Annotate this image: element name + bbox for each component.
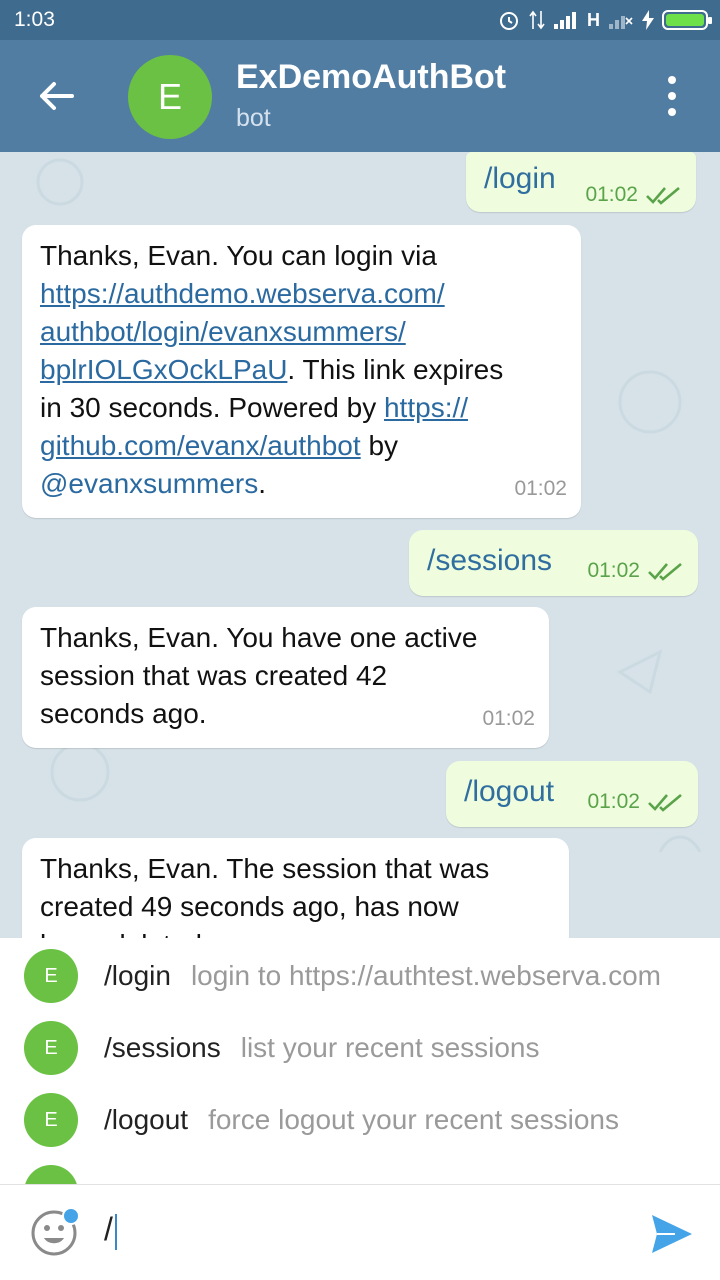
message-link[interactable]: bplrIOLGxOckLPaU xyxy=(40,354,287,385)
command-avatar: E xyxy=(24,1021,78,1075)
outgoing-message[interactable]: /sessions 01:02 xyxy=(409,530,698,596)
incoming-message[interactable]: Thanks, Evan. You can login via https://… xyxy=(22,225,581,518)
message-text: /login xyxy=(484,162,556,195)
incoming-message[interactable]: Thanks, Evan. The session that was creat… xyxy=(22,838,569,938)
message-meta: 01:02 xyxy=(587,783,682,821)
outgoing-message[interactable]: /logout 01:02 xyxy=(446,761,698,827)
command-item-login[interactable]: E /login login to https://authtest.webser… xyxy=(0,940,720,1012)
command-avatar: E xyxy=(24,949,78,1003)
charging-icon xyxy=(642,10,654,30)
command-description: force logout your recent sessions xyxy=(208,1104,619,1135)
signal-weak-icon xyxy=(609,16,633,29)
bot-avatar[interactable]: E xyxy=(128,55,212,139)
notification-dot xyxy=(62,1207,80,1225)
command-avatar: E xyxy=(24,1093,78,1147)
chat-title[interactable]: ExDemoAuthBot xyxy=(236,58,506,97)
more-menu-button[interactable] xyxy=(654,76,690,116)
command-item-sessions[interactable]: E /sessions list your recent sessions xyxy=(0,1012,720,1084)
message-time: 01:02 xyxy=(587,559,640,582)
message-input-bar: / xyxy=(0,1184,720,1280)
signal-icon xyxy=(554,12,576,29)
send-button[interactable] xyxy=(650,1213,694,1255)
network-type: H xyxy=(587,9,600,30)
double-check-icon xyxy=(648,563,682,581)
menu-dot-icon xyxy=(668,76,676,84)
command-description: list your recent sessions xyxy=(240,1032,540,1063)
command-item-logout[interactable]: E /logout force logout your recent sessio… xyxy=(0,1084,720,1156)
back-arrow-icon xyxy=(40,82,74,110)
message-link[interactable]: https:// xyxy=(384,392,468,423)
message-text: /logout xyxy=(464,775,555,808)
text-caret xyxy=(114,1213,117,1250)
command-suggestions: E /login login to https://authtest.webser… xyxy=(0,938,720,1184)
chat-header: E ExDemoAuthBot bot xyxy=(0,40,720,152)
message-input[interactable]: / xyxy=(104,1211,117,1250)
menu-dot-icon xyxy=(668,92,676,100)
menu-dot-icon xyxy=(668,108,676,116)
command-name: /login xyxy=(104,960,171,991)
message-mention[interactable]: @evanxsummers xyxy=(40,468,258,499)
message-time: 01:02 xyxy=(585,183,638,206)
command-description: login to https://authtest.webserva.com xyxy=(190,960,661,991)
status-icons: H xyxy=(497,7,712,33)
status-bar: 1:03 H xyxy=(0,0,720,40)
message-link[interactable]: https://authdemo.webserva.com/ xyxy=(40,278,445,309)
battery-icon xyxy=(662,10,712,30)
message-meta: 01:02 xyxy=(585,176,680,214)
outgoing-message[interactable]: /login 01:02 xyxy=(466,152,696,212)
chat-subtitle: bot xyxy=(236,104,271,132)
message-list[interactable]: /login 01:02 Thanks, Evan. You can login… xyxy=(0,152,720,938)
command-name: /logout xyxy=(104,1104,189,1135)
command-name: /sessions xyxy=(104,1032,221,1063)
message-text: Thanks, Evan. You can login via https://… xyxy=(40,240,504,499)
message-link[interactable]: authbot/login/evanxsummers/ xyxy=(40,316,406,347)
data-arrows-icon xyxy=(529,10,545,30)
double-check-icon xyxy=(646,187,680,205)
message-meta: 01:02 xyxy=(587,552,682,590)
message-link[interactable]: github.com/evanx/authbot xyxy=(40,430,361,461)
message-time: 01:02 xyxy=(587,790,640,813)
incoming-message[interactable]: Thanks, Evan. You have one active sessio… xyxy=(22,607,549,748)
alarm-icon xyxy=(500,12,518,30)
message-text: Thanks, Evan. You have one active sessio… xyxy=(40,622,478,729)
message-text: Thanks, Evan. The session that was creat… xyxy=(40,853,490,938)
message-text: /sessions xyxy=(427,544,553,577)
message-time: 01:02 xyxy=(482,707,535,730)
back-button[interactable] xyxy=(30,70,82,122)
command-item-partial[interactable]: E xyxy=(0,1156,720,1184)
status-time: 1:03 xyxy=(14,8,55,31)
double-check-icon xyxy=(648,794,682,812)
command-avatar: E xyxy=(24,1165,78,1184)
message-time: 01:02 xyxy=(514,477,567,500)
